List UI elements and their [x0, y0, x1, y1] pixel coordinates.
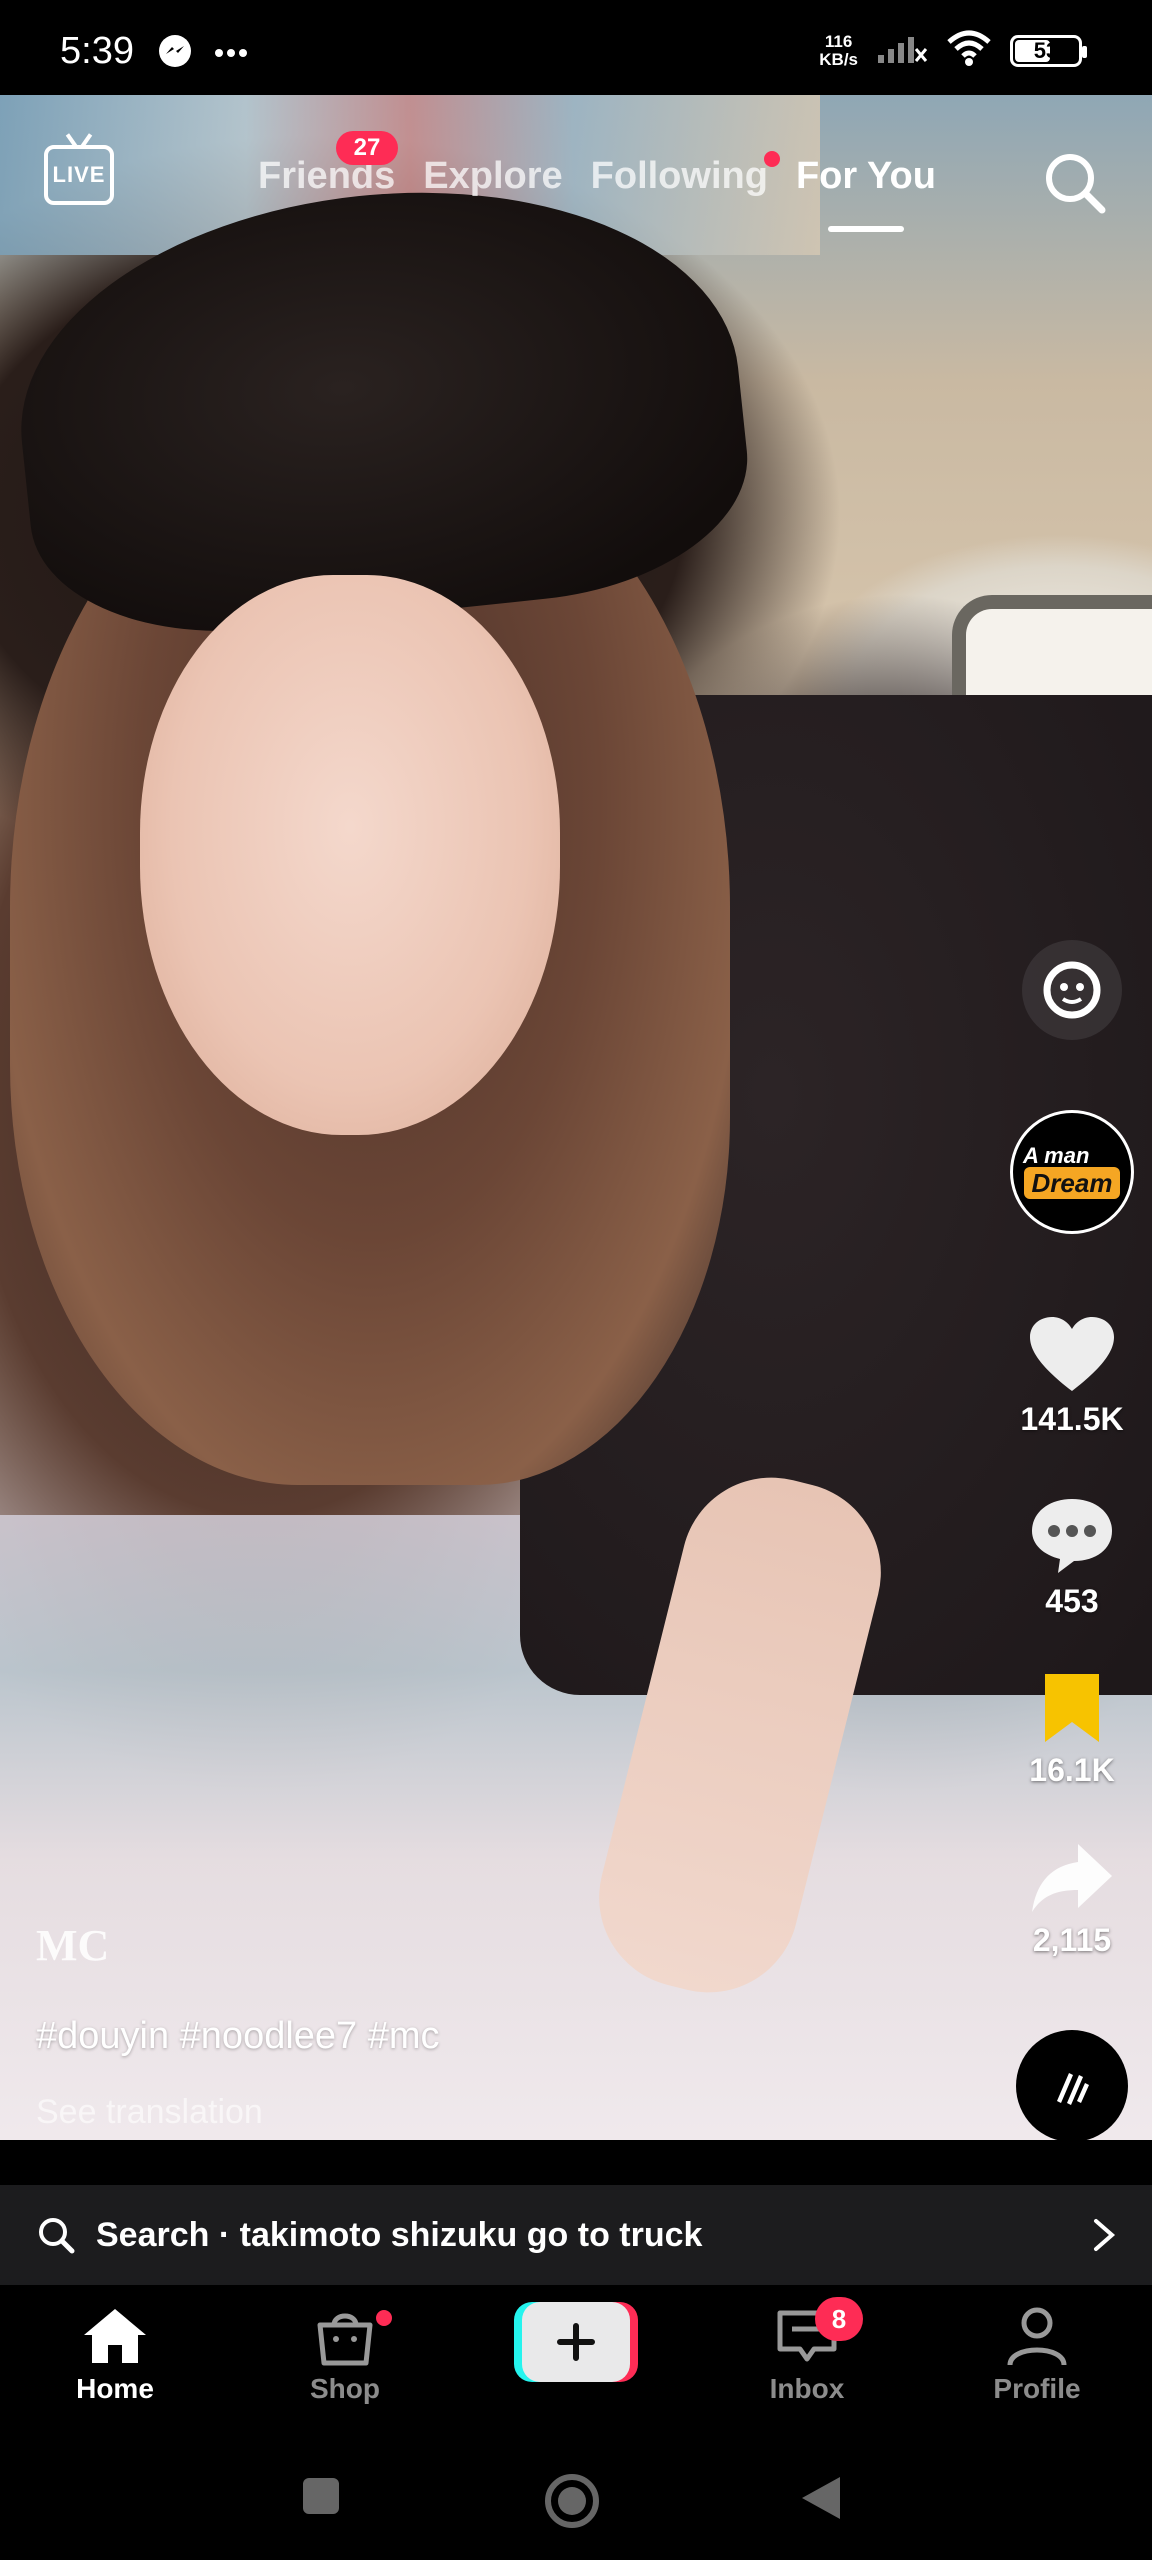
nav-home-label: Home — [76, 2373, 154, 2404]
home-circle-icon — [545, 2474, 599, 2528]
tab-for-you-label: For You — [795, 155, 936, 197]
music-disc-button[interactable] — [992, 2030, 1152, 2142]
nav-inbox-label: Inbox — [769, 2373, 845, 2404]
tab-for-you[interactable]: For You — [795, 155, 936, 232]
battery-icon: 53 — [1010, 34, 1087, 67]
following-dot — [763, 151, 780, 167]
tab-explore-label: Explore — [423, 155, 563, 197]
chevron-right-icon — [1094, 2219, 1116, 2251]
battery-level: 53 — [1033, 37, 1059, 63]
nav-profile[interactable]: Profile — [947, 2305, 1127, 2405]
friends-badge: 27 — [336, 131, 398, 165]
tab-friends[interactable]: Friends 27 — [258, 131, 398, 198]
net-speed-unit: KB/s — [819, 49, 858, 69]
see-translation-link[interactable]: See translation — [36, 2093, 263, 2132]
live-label: LIVE — [52, 162, 106, 187]
share-button[interactable]: 2,115 — [992, 1840, 1152, 1959]
comment-icon — [1032, 1499, 1112, 1573]
share-count: 2,115 — [1032, 1922, 1112, 1958]
search-button[interactable] — [1042, 150, 1108, 216]
search-suggestion-text: Search · takimoto shizuku go to truck — [96, 2215, 703, 2254]
avatar-text-main: Dream — [1023, 1167, 1121, 1199]
system-nav-bar — [0, 2435, 1152, 2560]
tab-following-label: Following — [590, 155, 768, 197]
nav-profile-label: Profile — [993, 2373, 1081, 2404]
plus-icon — [522, 2302, 630, 2382]
like-count: 141.5K — [1020, 1401, 1124, 1437]
home-icon — [84, 2309, 146, 2363]
top-nav: LIVE Friends 27 Explore Following For Yo… — [0, 95, 1152, 265]
shop-dot — [373, 2307, 395, 2329]
wifi-icon — [946, 30, 992, 71]
like-button[interactable]: 141.5K — [992, 1315, 1152, 1438]
recents-button[interactable] — [300, 2475, 342, 2522]
status-right: 116 KB/s 53 — [819, 30, 1087, 71]
signal-icon — [876, 31, 928, 70]
save-button[interactable]: 16.1K — [992, 1670, 1152, 1789]
comment-count: 453 — [1045, 1583, 1099, 1619]
live-button[interactable]: LIVE — [44, 145, 114, 205]
comment-button[interactable]: 453 — [992, 1495, 1152, 1620]
bookmark-icon — [1045, 1674, 1099, 1742]
search-icon — [39, 2218, 75, 2254]
feed-tabs: Friends 27 Explore Following For You — [258, 131, 936, 232]
tab-following[interactable]: Following — [590, 151, 780, 198]
net-speed: 116 KB/s — [819, 31, 858, 69]
back-button[interactable] — [800, 2475, 842, 2526]
status-bar: 5:39 116 KB/s 53 — [0, 0, 1152, 95]
back-icon — [802, 2477, 840, 2519]
avatar-text-top: A man — [1023, 1143, 1090, 1168]
inbox-badge: 8 — [815, 2297, 863, 2341]
nav-shop-label: Shop — [310, 2373, 380, 2404]
home-system-button[interactable] — [542, 2471, 602, 2536]
profile-icon — [1007, 2307, 1067, 2366]
search-icon — [1046, 154, 1106, 214]
avatar: A man Dream — [1010, 1110, 1134, 1234]
caption-hashtags[interactable]: #douyin #noodlee7 #mc — [36, 2015, 440, 2058]
effect-filter-button[interactable] — [992, 940, 1152, 1040]
search-suggestion-bar[interactable]: Search · takimoto shizuku go to truck — [0, 2185, 1152, 2285]
save-count: 16.1K — [1029, 1752, 1115, 1788]
nav-home[interactable]: Home — [25, 2305, 205, 2405]
status-time: 5:39 — [60, 30, 134, 72]
video-player[interactable] — [0, 95, 1152, 2140]
status-left-icons — [158, 34, 248, 73]
create-button[interactable] — [514, 2302, 638, 2382]
messenger-icon — [158, 34, 192, 73]
creator-avatar[interactable]: A man Dream — [992, 1110, 1152, 1234]
nav-shop[interactable]: Shop — [255, 2305, 435, 2405]
recents-icon — [303, 2478, 339, 2514]
music-disc-icon — [1016, 2030, 1128, 2142]
shop-icon — [317, 2313, 373, 2366]
heart-icon — [1030, 1317, 1114, 1391]
tab-explore[interactable]: Explore — [423, 155, 562, 198]
video-person-face — [140, 575, 560, 1135]
caption-author[interactable]: MC — [36, 1920, 109, 1971]
net-speed-value: 116 — [824, 31, 853, 51]
more-dots-icon — [214, 45, 248, 63]
share-icon — [1032, 1844, 1112, 1912]
filter-face-icon — [1022, 940, 1122, 1040]
nav-inbox[interactable]: 8 Inbox — [717, 2297, 897, 2405]
